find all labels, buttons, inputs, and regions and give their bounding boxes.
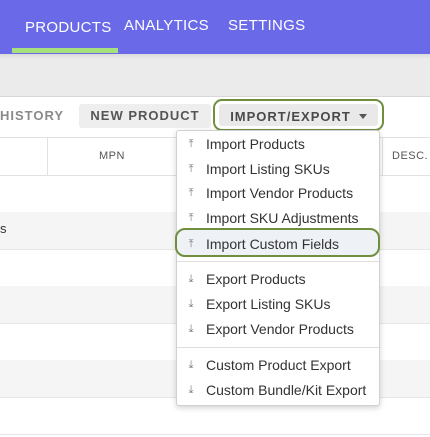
caret-down-icon xyxy=(358,114,367,120)
column-header-desc[interactable]: DESC. xyxy=(392,138,428,175)
upload-icon: ⤒ xyxy=(188,163,194,175)
menu-item-import-vendor-products[interactable]: ⤒ Import Vendor Products xyxy=(177,181,379,205)
menu-item-label: Export Products xyxy=(206,271,306,287)
menu-item-label: Export Vendor Products xyxy=(206,321,354,337)
menu-item-import-listing-skus[interactable]: ⤒ Import Listing SKUs xyxy=(177,157,379,181)
active-tab-indicator xyxy=(12,48,118,53)
cell-text: s xyxy=(0,221,7,236)
menu-item-import-sku-adjustments[interactable]: ⤒ Import SKU Adjustments xyxy=(177,206,379,230)
import-export-label: IMPORT/EXPORT xyxy=(230,109,351,124)
tab-products[interactable]: PRODUCTS xyxy=(25,1,112,55)
menu-item-export-products[interactable]: ⤓ Export Products xyxy=(177,267,379,291)
menu-item-import-custom-fields[interactable]: ⤒ Import Custom Fields xyxy=(175,228,380,257)
upload-icon: ⤒ xyxy=(188,138,194,150)
column-divider xyxy=(382,138,383,175)
upload-icon: ⤒ xyxy=(188,212,194,224)
menu-item-export-vendor-products[interactable]: ⤓ Export Vendor Products xyxy=(177,317,379,341)
download-icon: ⤓ xyxy=(188,273,194,285)
top-nav: PRODUCTS ANALYTICS SETTINGS xyxy=(0,0,430,54)
menu-item-import-products[interactable]: ⤒ Import Products xyxy=(177,132,379,156)
menu-item-export-listing-skus[interactable]: ⤓ Export Listing SKUs xyxy=(177,292,379,316)
menu-item-custom-product-export[interactable]: ⤓ Custom Product Export xyxy=(177,353,379,377)
tab-settings[interactable]: SETTINGS xyxy=(228,0,305,53)
download-icon: ⤓ xyxy=(188,384,194,396)
download-icon: ⤓ xyxy=(188,323,194,335)
menu-divider xyxy=(177,347,379,348)
tab-analytics[interactable]: ANALYTICS xyxy=(124,0,209,53)
new-product-button[interactable]: NEW PRODUCT xyxy=(79,104,211,128)
upload-icon: ⤒ xyxy=(188,187,194,199)
download-icon: ⤓ xyxy=(188,359,194,371)
menu-item-label: Export Listing SKUs xyxy=(206,296,331,312)
menu-item-label: Import Listing SKUs xyxy=(206,161,330,177)
import-export-button[interactable]: IMPORT/EXPORT xyxy=(213,99,384,131)
upload-icon: ⤒ xyxy=(188,238,194,250)
menu-item-label: Import Vendor Products xyxy=(206,185,354,201)
menu-item-label: Custom Product Export xyxy=(206,357,351,373)
import-export-dropdown: ⤒ Import Products ⤒ Import Listing SKUs … xyxy=(175,130,380,406)
menu-item-label: Import SKU Adjustments xyxy=(206,210,359,226)
menu-item-label: Import Products xyxy=(206,136,305,152)
download-icon: ⤓ xyxy=(188,298,194,310)
divider xyxy=(0,96,430,97)
menu-item-custom-bundle-kit-export[interactable]: ⤓ Custom Bundle/Kit Export xyxy=(177,378,379,402)
column-divider xyxy=(47,138,48,175)
menu-item-label: Import Custom Fields xyxy=(206,236,340,252)
menu-divider xyxy=(177,261,379,262)
sub-header-bar xyxy=(0,60,430,96)
menu-item-label: Custom Bundle/Kit Export xyxy=(206,382,367,398)
column-header-mpn[interactable]: MPN xyxy=(99,138,125,175)
history-button[interactable]: HISTORY xyxy=(0,104,68,128)
